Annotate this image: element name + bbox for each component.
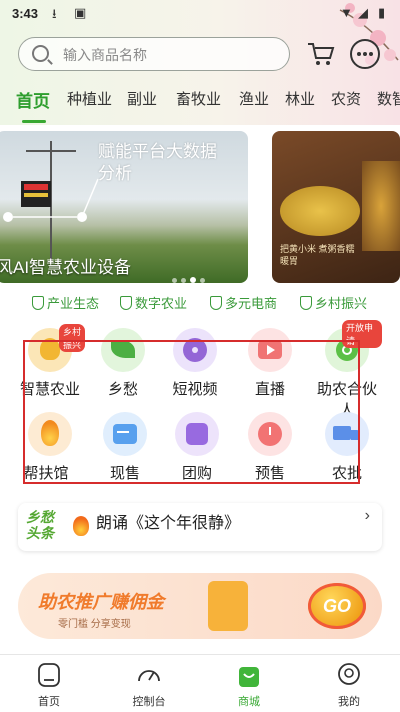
wifi-icon: ▼ xyxy=(340,5,353,20)
search-icon xyxy=(32,45,49,62)
shield-icon xyxy=(210,296,222,310)
nav-label: 商城 xyxy=(238,696,260,708)
banner-millet-text: 把黄小米 煮粥香糯暖胃 xyxy=(280,244,355,266)
highlight-box xyxy=(23,340,360,484)
news-headline[interactable]: 朗诵《这个年很静》 xyxy=(96,509,240,533)
promo-title: 助农推广赚佣金 xyxy=(38,592,164,612)
hot-flame-icon xyxy=(73,516,89,536)
nav-dashboard[interactable]: 控制台 xyxy=(109,655,189,712)
tab-agri-supplies[interactable]: 农资 xyxy=(331,88,361,109)
banner-title: 赋能平台大数据分析 xyxy=(98,142,217,183)
go-button[interactable]: GO xyxy=(308,583,366,629)
phone-illustration xyxy=(208,581,248,631)
tab-digital[interactable]: 数智 xyxy=(377,88,400,109)
chevron-right-icon[interactable]: › xyxy=(365,507,370,525)
status-bar: 3:43 ⭳ ▣ ▼ ◢ ▮ xyxy=(0,0,400,28)
download-icon: ⭳ xyxy=(52,6,57,21)
more-options-icon[interactable] xyxy=(350,39,380,69)
nav-home[interactable]: 首页 xyxy=(9,655,89,712)
tab-livestock[interactable]: 畜牧业 xyxy=(176,88,221,109)
millet-bowl-image xyxy=(280,186,360,236)
nav-label: 控制台 xyxy=(132,696,166,708)
shield-icon xyxy=(300,296,312,310)
tab-sideline[interactable]: 副业 xyxy=(127,88,157,109)
nav-mall[interactable]: 商城 xyxy=(209,655,289,712)
tab-home[interactable]: 首页 xyxy=(16,88,50,112)
nav-label: 首页 xyxy=(38,696,60,708)
shield-icon xyxy=(32,296,44,310)
search-input[interactable] xyxy=(61,43,285,67)
promo-banner[interactable]: 助农推广赚佣金 零门槛 分享变现 GO xyxy=(18,573,382,639)
category-tabs: 首页 种植业 副业 畜牧业 渔业 林业 农资 数智 xyxy=(0,88,400,118)
shopping-bag-icon xyxy=(239,667,259,687)
status-time: 3:43 xyxy=(12,6,39,21)
feature-rural-revitalization: 乡村振兴 xyxy=(300,293,367,312)
banner-millet[interactable]: 把黄小米 煮粥香糯暖胃 xyxy=(272,131,400,283)
shield-icon xyxy=(120,296,132,310)
signal-icon: ◢ xyxy=(358,5,368,20)
feature-ecommerce: 多元电商 xyxy=(210,293,277,312)
search-bar[interactable] xyxy=(18,37,290,71)
tab-planting[interactable]: 种植业 xyxy=(67,88,112,109)
news-ticker[interactable]: 乡愁头条 朗诵《这个年很静》 › xyxy=(18,503,382,551)
feature-digital-agriculture: 数字农业 xyxy=(120,293,187,312)
nav-label: 我的 xyxy=(338,696,360,708)
tab-fishery[interactable]: 渔业 xyxy=(239,88,269,109)
cart-icon[interactable] xyxy=(306,40,336,68)
feature-industry-ecology: 产业生态 xyxy=(32,293,99,312)
active-tab-indicator xyxy=(22,120,46,123)
tab-forestry[interactable]: 林业 xyxy=(285,88,315,109)
home-icon xyxy=(38,663,60,687)
grain-image xyxy=(362,161,400,251)
app-notification-icon: ▣ xyxy=(74,5,87,20)
banner-caption: 风AI智慧农业设备 xyxy=(0,258,132,277)
nav-profile[interactable]: 我的 xyxy=(309,655,389,712)
banner-smart-agriculture[interactable]: 赋能平台大数据分析 风AI智慧农业设备 xyxy=(0,131,248,283)
promo-subtitle: 零门槛 分享变现 xyxy=(58,619,131,630)
profile-icon xyxy=(338,663,360,685)
carousel-dots xyxy=(172,270,209,288)
news-logo: 乡愁头条 xyxy=(26,509,54,541)
battery-icon: ▮ xyxy=(378,5,386,20)
dashboard-icon xyxy=(138,670,160,682)
bottom-navigation: 首页 控制台 商城 我的 xyxy=(0,654,400,712)
